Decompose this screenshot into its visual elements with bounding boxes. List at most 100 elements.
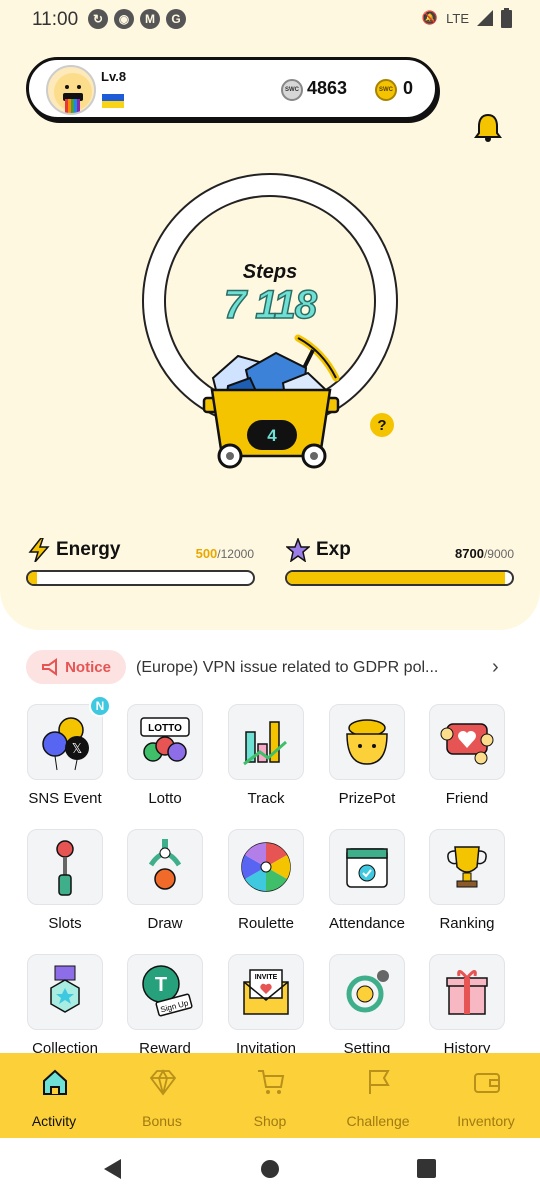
lever-icon [56, 840, 74, 896]
avatar-face-icon [54, 73, 92, 113]
attendance-tile[interactable] [329, 829, 405, 905]
medal-icon [50, 965, 80, 1013]
calendar-check-icon [346, 848, 388, 888]
help-button[interactable]: ? [370, 413, 394, 437]
pot-icon [346, 719, 388, 765]
friend-label: Friend [445, 790, 489, 807]
status-time: 11:00 [32, 9, 79, 30]
tab-inventory-label: Inventory [457, 1113, 515, 1129]
notice-badge[interactable]: Notice [26, 650, 126, 684]
invitation-tile[interactable]: INVITE [228, 954, 304, 1030]
exp-bar [285, 570, 514, 586]
exp-bar-fill [287, 572, 505, 584]
sns-event-tile[interactable]: 𝕏 [27, 704, 103, 780]
megaphone-icon [42, 658, 58, 676]
ghost-icon: ◉ [114, 9, 134, 29]
battery-icon [501, 8, 512, 28]
recents-icon[interactable] [417, 1159, 436, 1178]
friend-heart-icon [440, 723, 494, 765]
bottom-tab-bar: Activity Bonus Shop Challenge Inventory [0, 1053, 540, 1138]
network-label: LTE [446, 10, 469, 26]
energy-value: 500/12000 [195, 546, 254, 561]
envelope-icon: INVITE [243, 969, 289, 1015]
notice-text[interactable]: (Europe) VPN issue related to GDPR pol..… [136, 659, 438, 677]
flag-icon [369, 1070, 390, 1094]
silver-coin-balance: 4863 [307, 78, 348, 98]
track-tile[interactable] [228, 704, 304, 780]
activity-panel: Lv.8 SWC 4863 SWC 0 Steps 7 118 4 ? Ener… [0, 40, 540, 630]
tab-activity-label: Activity [31, 1113, 77, 1129]
slots-label: Slots [48, 915, 82, 932]
draw-label: Draw [147, 915, 183, 932]
ranking-tile[interactable] [429, 829, 505, 905]
roulette-label: Roulette [238, 915, 294, 932]
tab-shop[interactable]: Shop [216, 1053, 324, 1138]
invite-icon-text: INVITE [255, 974, 278, 981]
tab-bonus[interactable]: Bonus [108, 1053, 216, 1138]
tether-signup-icon: T Sign Up [142, 965, 193, 1017]
exp-label: Exp [316, 539, 351, 560]
lotto-icon-text: LOTTO [148, 723, 182, 734]
history-tile[interactable] [429, 954, 505, 1030]
level-label: Lv.8 [101, 69, 127, 84]
status-right: 🔕 LTE [422, 8, 512, 28]
lotto-icon: LOTTO [140, 717, 190, 762]
lightning-icon [28, 538, 50, 562]
settings-icon [346, 970, 389, 1013]
tab-activity[interactable]: Activity [0, 1053, 108, 1138]
motorola-icon: M [140, 9, 160, 29]
trophy-icon [447, 846, 487, 888]
tab-bonus-label: Bonus [142, 1113, 182, 1129]
prizepot-label: PrizePot [338, 790, 396, 807]
cart-count: 4 [267, 426, 277, 445]
slots-tile[interactable] [27, 829, 103, 905]
track-label: Track [247, 790, 285, 807]
steps-count: 7 118 [223, 282, 318, 328]
steps-label: Steps [242, 261, 298, 283]
roulette-wheel-icon [241, 842, 291, 892]
tab-challenge[interactable]: Challenge [324, 1053, 432, 1138]
signal-icon [477, 10, 493, 26]
exp-title: Exp [286, 538, 351, 562]
lotto-tile[interactable]: LOTTO [127, 704, 203, 780]
home-circle-icon[interactable] [260, 1159, 280, 1179]
star-icon [286, 538, 310, 562]
ranking-label: Ranking [439, 915, 495, 932]
new-badge: N [89, 695, 111, 717]
bar-chart-icon [243, 721, 287, 766]
avatar[interactable] [46, 65, 96, 115]
friend-tile[interactable] [429, 704, 505, 780]
draw-tile[interactable] [127, 829, 203, 905]
notification-icons: ↻ ◉ M G [88, 9, 186, 29]
tab-inventory[interactable]: Inventory [432, 1053, 540, 1138]
energy-title: Energy [28, 538, 120, 562]
mining-cart-icon[interactable]: 4 [198, 328, 348, 476]
balloons-icon: 𝕏 [42, 717, 89, 771]
svg-text:T: T [155, 974, 167, 996]
prizepot-tile[interactable] [329, 704, 405, 780]
setting-tile[interactable] [329, 954, 405, 1030]
attendance-label: Attendance [329, 915, 405, 932]
profile-card[interactable]: Lv.8 SWC 4863 SWC 0 [26, 57, 438, 120]
cart-icon [258, 1070, 285, 1094]
energy-bar [26, 570, 255, 586]
status-bar: 11:00 ↻ ◉ M G 🔕 LTE [0, 0, 540, 40]
reward-tile[interactable]: T Sign Up [127, 954, 203, 1030]
chevron-right-icon[interactable]: › [492, 656, 499, 679]
roulette-tile[interactable] [228, 829, 304, 905]
lotto-label: Lotto [148, 790, 182, 807]
claw-icon [148, 839, 182, 890]
collection-tile[interactable] [27, 954, 103, 1030]
back-icon[interactable] [103, 1158, 123, 1180]
wallet-icon [474, 1073, 500, 1093]
sync-icon: ↻ [88, 9, 108, 29]
energy-bar-fill [28, 572, 38, 584]
notice-label: Notice [65, 658, 111, 676]
bell-icon[interactable] [472, 112, 504, 144]
gift-icon [446, 970, 488, 1015]
svg-text:𝕏: 𝕏 [72, 742, 82, 757]
tab-challenge-label: Challenge [346, 1113, 410, 1129]
exp-value: 8700/9000 [455, 546, 514, 561]
sns-event-label: SNS Event [28, 790, 102, 807]
gold-coin-icon: SWC [375, 79, 397, 101]
